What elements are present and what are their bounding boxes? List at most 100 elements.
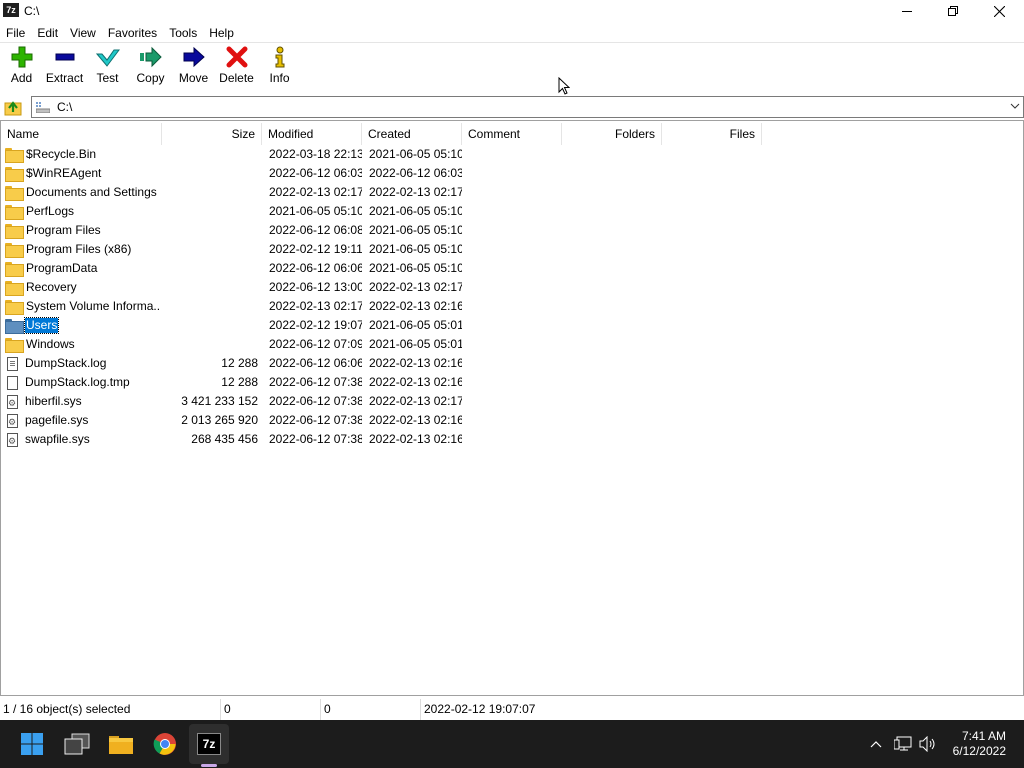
- status-bar: 1 / 16 object(s) selected 0 0 2022-02-12…: [0, 699, 1024, 720]
- file-size: [162, 145, 258, 164]
- file-row[interactable]: ProgramData 2022-06-12 06:06 2021-06-05 05…: [1, 259, 1023, 278]
- file-name: System Volume Informa...: [26, 299, 161, 313]
- column-modified[interactable]: Modified: [262, 123, 362, 145]
- file-created: 2022-02-13 02:17: [369, 185, 462, 199]
- file-name-cell: PerfLogs: [5, 202, 161, 221]
- file-created: 2022-02-13 02:17: [369, 280, 462, 294]
- taskbar-clock[interactable]: 7:41 AM 6/12/2022: [953, 729, 1006, 759]
- folder-icon: [5, 148, 24, 163]
- file-size: 268 435 456: [191, 432, 258, 446]
- file-name: Documents and Settings: [26, 185, 157, 199]
- column-name[interactable]: Name: [1, 123, 162, 145]
- file-row[interactable]: System Volume Informa... 2022-02-13 02:17…: [1, 297, 1023, 316]
- menu-favorites[interactable]: Favorites: [102, 24, 163, 42]
- file-explorer-taskbar-button[interactable]: [101, 724, 141, 764]
- file-list[interactable]: Name Size Modified Created Comment Folde…: [0, 120, 1024, 696]
- 7zip-taskbar-button[interactable]: 7z: [189, 724, 229, 764]
- file-row[interactable]: Program Files (x86) 2022-02-12 19:11 2021-…: [1, 240, 1023, 259]
- menu-file[interactable]: File: [0, 24, 31, 42]
- file-size: [162, 259, 258, 278]
- status-selection: 1 / 16 object(s) selected: [0, 699, 221, 720]
- parent-folder-button[interactable]: [3, 97, 23, 117]
- file-name: Recovery: [26, 280, 77, 294]
- column-size[interactable]: Size: [162, 123, 262, 145]
- delete-x-icon: [226, 46, 247, 68]
- add-button[interactable]: Add: [0, 44, 43, 90]
- menu-edit[interactable]: Edit: [31, 24, 64, 42]
- file-name: hiberfil.sys: [25, 394, 82, 408]
- folder-icon: [5, 243, 24, 258]
- chevron-down-icon[interactable]: [1010, 101, 1020, 111]
- file-size: [162, 202, 258, 221]
- system-file-icon: [7, 394, 18, 411]
- file-name-cell: DumpStack.log.tmp: [5, 373, 161, 392]
- delete-button[interactable]: Delete: [215, 44, 258, 90]
- file-size: 12 288: [221, 356, 258, 370]
- task-view-button[interactable]: [57, 724, 97, 764]
- file-modified: 2022-06-12 06:06: [269, 261, 362, 275]
- file-created: 2021-06-05 05:10: [369, 204, 462, 218]
- file-size: 3 421 233 152: [181, 394, 258, 408]
- file-row[interactable]: Program Files 2022-06-12 06:08 2021-06-05 …: [1, 221, 1023, 240]
- start-button[interactable]: [12, 724, 52, 764]
- file-created: 2022-02-13 02:16: [369, 375, 462, 389]
- file-created: 2021-06-05 05:01: [369, 318, 462, 332]
- file-name-cell: Windows: [5, 335, 161, 354]
- file-modified: 2022-06-12 07:38: [269, 432, 362, 446]
- file-created: 2022-02-13 02:16: [369, 413, 462, 427]
- file-size: [162, 316, 258, 335]
- drive-icon: [36, 102, 50, 113]
- file-row[interactable]: swapfile.sys 268 435 456 2022-06-12 07:38 2…: [1, 430, 1023, 449]
- address-input[interactable]: C:\: [31, 96, 1024, 118]
- volume-tray-button[interactable]: [918, 734, 938, 754]
- move-button[interactable]: Move: [172, 44, 215, 90]
- menu-help[interactable]: Help: [203, 24, 240, 42]
- file-name: PerfLogs: [26, 204, 75, 218]
- restore-button[interactable]: [930, 0, 976, 22]
- file-row[interactable]: DumpStack.log 12 288 2022-06-12 06:06 2022-…: [1, 354, 1023, 373]
- folder-icon: [5, 281, 24, 296]
- tray-overflow-button[interactable]: [866, 734, 886, 754]
- file-created: 2022-02-13 02:16: [369, 356, 462, 370]
- file-row[interactable]: Windows 2022-06-12 07:09 2021-06-05 05:01: [1, 335, 1023, 354]
- text-file-icon: [7, 356, 18, 371]
- file-row[interactable]: hiberfil.sys 3 421 233 152 2022-06-12 07:3…: [1, 392, 1023, 411]
- file-modified: 2022-06-12 06:08: [269, 223, 362, 237]
- column-created[interactable]: Created: [362, 123, 462, 145]
- menu-view[interactable]: View: [64, 24, 102, 42]
- file-row[interactable]: Recovery 2022-06-12 13:00 2022-02-13 02:17: [1, 278, 1023, 297]
- column-comment[interactable]: Comment: [462, 123, 562, 145]
- menu-tools[interactable]: Tools: [163, 24, 203, 42]
- close-button[interactable]: [976, 0, 1022, 22]
- file-row[interactable]: DumpStack.log.tmp 12 288 2022-06-12 07:38 2…: [1, 373, 1023, 392]
- speaker-icon: [919, 736, 935, 752]
- folder-icon: [5, 338, 24, 353]
- file-size: [162, 221, 258, 240]
- file-row[interactable]: PerfLogs 2021-06-05 05:10 2021-06-05 05:10: [1, 202, 1023, 221]
- minimize-button[interactable]: [884, 0, 930, 22]
- column-header-row: Name Size Modified Created Comment Folde…: [1, 123, 1023, 145]
- folder-icon: [5, 186, 24, 201]
- info-button[interactable]: Info: [258, 44, 301, 90]
- file-row[interactable]: Users 2022-02-12 19:07 2021-06-05 05:01: [1, 316, 1023, 335]
- extract-button[interactable]: Extract: [43, 44, 86, 90]
- file-name: DumpStack.log: [25, 356, 107, 370]
- taskbar: 7z 7:41 AM 6/12/2022: [0, 720, 1024, 768]
- file-row[interactable]: Documents and Settings 2022-02-13 02:17 20…: [1, 183, 1023, 202]
- file-name-cell: $Recycle.Bin: [5, 145, 161, 164]
- test-button[interactable]: Test: [86, 44, 129, 90]
- file-row[interactable]: $Recycle.Bin 2022-03-18 22:13 2021-06-05 0…: [1, 145, 1023, 164]
- file-size: [162, 297, 258, 316]
- copy-button[interactable]: Copy: [129, 44, 172, 90]
- file-modified: 2022-06-12 07:38: [269, 394, 362, 408]
- column-folders[interactable]: Folders: [562, 123, 662, 145]
- column-files[interactable]: Files: [662, 123, 762, 145]
- file-row[interactable]: $WinREAgent 2022-06-12 06:03 2022-06-12 06…: [1, 164, 1023, 183]
- move-label: Move: [178, 71, 209, 85]
- check-icon: [95, 49, 120, 67]
- file-name-cell: Users: [5, 316, 161, 335]
- network-tray-button[interactable]: [893, 734, 913, 754]
- file-row[interactable]: pagefile.sys 2 013 265 920 2022-06-12 07:3…: [1, 411, 1023, 430]
- file-name-cell: hiberfil.sys: [5, 392, 161, 411]
- chrome-taskbar-button[interactable]: [145, 724, 185, 764]
